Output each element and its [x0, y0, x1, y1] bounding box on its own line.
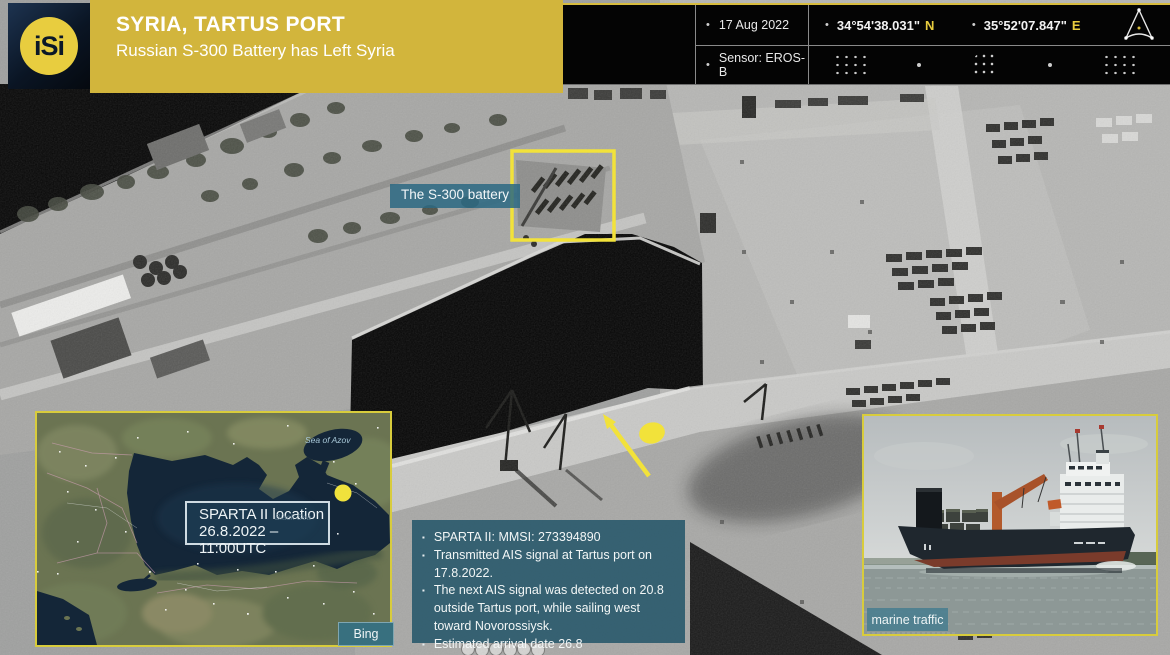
bullet-icon: ▪	[422, 636, 425, 654]
ais-info-item: ▪Transmitted AIS signal at Tartus port o…	[422, 547, 675, 583]
black-sea-label: Black Sea	[275, 513, 311, 522]
ais-info-list: ▪SPARTA II: MMSI: 273394890▪Transmitted …	[422, 529, 675, 653]
dot-grid-icon	[833, 53, 867, 78]
bullet-icon: ▪	[422, 582, 425, 635]
capture-date-cell: • 17 Aug 2022	[696, 5, 809, 45]
bullet-icon: •	[706, 19, 710, 31]
s300-battery-label: The S-300 battery	[390, 184, 520, 208]
sensor-cell: • Sensor: EROS-B	[696, 46, 809, 84]
dot-cluster-icon	[972, 52, 998, 78]
ais-info-item: ▪SPARTA II: MMSI: 273394890	[422, 529, 675, 547]
bullet-icon: •	[706, 59, 710, 71]
sensor-name: Sensor: EROS-B	[719, 51, 808, 79]
ais-info-item: ▪Estimated arrival date 26.8	[422, 636, 675, 654]
bing-attribution: Bing	[338, 622, 394, 646]
header-banner: SYRIA, TARTUS PORT Russian S-300 Battery…	[90, 0, 563, 93]
metadata-bar: • 17 Aug 2022 • 34°54'38.031"N • 35°52'0…	[563, 3, 1170, 85]
dot-icon	[1048, 63, 1052, 67]
isi-logo-text: iSi	[20, 17, 78, 75]
sparta-location-time: 26.8.2022 – 11:00UTC	[199, 523, 328, 557]
ais-info-box: ▪SPARTA II: MMSI: 273394890▪Transmitted …	[412, 520, 685, 643]
dot-icon	[917, 63, 921, 67]
north-arrow-icon	[1118, 5, 1160, 45]
map-inset: Sea of Azov Black Sea SPARTA II location…	[35, 411, 392, 647]
report-title: SYRIA, TARTUS PORT	[116, 13, 563, 37]
latitude: 34°54'38.031"N	[837, 18, 935, 33]
marine-traffic-label: marine traffic	[867, 608, 948, 631]
longitude-direction: E	[1072, 18, 1081, 33]
bullet-icon: •	[972, 19, 976, 31]
report-subtitle: Russian S-300 Battery has Left Syria	[116, 41, 563, 61]
sparta-map-dot	[335, 485, 352, 502]
isi-logo: iSi	[8, 3, 90, 89]
coordinates-cell: • 34°54'38.031"N • 35°52'07.847"E	[809, 5, 1170, 45]
sparta-ship-photo	[864, 416, 1156, 634]
bullet-icon: ▪	[422, 547, 425, 583]
capture-date: 17 Aug 2022	[719, 18, 789, 32]
dot-grid-icon	[1102, 53, 1136, 78]
longitude: 35°52'07.847"E	[984, 18, 1081, 33]
sea-of-azov-label: Sea of Azov	[305, 435, 351, 445]
bullet-icon: •	[825, 19, 829, 31]
bullet-icon: ▪	[422, 529, 425, 547]
ais-info-item: ▪The next AIS signal was detected on 20.…	[422, 582, 675, 635]
ship-photo-inset: marine traffic	[862, 414, 1158, 636]
report-slide: iSi SYRIA, TARTUS PORT Russian S-300 Bat…	[0, 0, 1170, 655]
latitude-direction: N	[925, 18, 934, 33]
sparta-location-box: SPARTA II location 26.8.2022 – 11:00UTC	[185, 501, 330, 545]
watermark-text	[867, 632, 957, 635]
